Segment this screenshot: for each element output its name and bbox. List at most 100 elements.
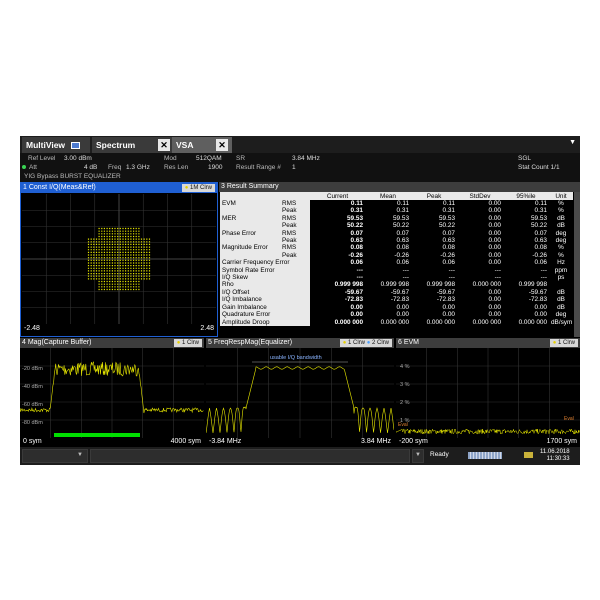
table-cell: RMS: [280, 229, 310, 238]
eval-right-label: Eval: [564, 416, 574, 422]
table-cell: 0.08: [534, 244, 547, 252]
table-cell: 0.00: [488, 303, 501, 311]
table-cell: -59.67: [528, 288, 547, 296]
dropdown-icon[interactable]: ▼: [415, 452, 421, 458]
table-cell: -59.67: [390, 288, 409, 296]
table-row: Carrier Frequency Error 0.06 0.06 0.06 0.00 0…: [220, 259, 573, 267]
ref-level-value: 3.00 dBm: [64, 155, 92, 162]
tab-multiview-label: MultiView: [26, 140, 66, 150]
table-cell: 59.53: [439, 214, 455, 222]
window-capture-buffer[interactable]: 4 Mag(Capture Buffer) ● 1 Clrw -20 dBm -4…: [20, 338, 204, 447]
column-header: Peak: [411, 192, 457, 200]
table-row: MER RMS 59.53 59.53 59.53 0.00 59.53 dB: [220, 214, 573, 223]
table-cell: deg: [555, 229, 567, 237]
table-cell: 0.31: [442, 207, 455, 215]
table-cell: dB: [557, 222, 565, 230]
table-row: I/Q Skew --- --- --- --- --- ps: [220, 274, 573, 282]
table-cell: %: [558, 207, 564, 215]
table-cell: 0.63: [350, 237, 363, 245]
table-cell: 50.22: [531, 222, 547, 230]
table-cell: [280, 281, 310, 289]
table-cell: Rho: [220, 281, 280, 289]
stat-count: Stat Count 1/1: [518, 164, 560, 171]
table-cell: Peak: [280, 237, 310, 245]
window-evm[interactable]: 6 EVM ● 1 Clrw 4 % 3 % 2 % 1 % Eval Eval -200…: [396, 338, 580, 447]
status-segment[interactable]: [90, 449, 410, 463]
table-cell: 59.53: [393, 214, 409, 222]
table-cell: Carrier Frequency Error: [220, 259, 290, 267]
table-cell: ---: [494, 266, 501, 274]
sgl-indicator: SGL: [518, 155, 532, 162]
table-cell: 0.00: [488, 244, 501, 252]
table-cell: 0.999 998: [380, 281, 409, 289]
table-row: Peak -0.26 -0.26 -0.26 0.00 -0.26%: [220, 251, 573, 260]
table-cell: 0.63: [534, 237, 547, 245]
dropdown-icon[interactable]: ▼: [77, 452, 83, 458]
close-icon[interactable]: ✕: [216, 139, 228, 151]
table-cell: Gain Imbalance: [220, 303, 280, 312]
x-axis-max: 2.48: [200, 325, 214, 332]
constellation-plot: [22, 194, 216, 324]
window-freq-response[interactable]: 5 FreqRespMag(Equalizer) ● 1 Clrw ● 2 Cl…: [206, 338, 394, 447]
trace-badge: ● 1 Clrw: [549, 339, 578, 347]
table-cell: Peak: [280, 222, 310, 230]
result-summary-table: Current Mean Peak StdDev 95%ile Unit EVM RMS 0.…: [220, 192, 573, 326]
date-time: 11.06.2018 11:30:33: [540, 449, 570, 462]
window-result-summary[interactable]: 3 Result Summary Current Mean Peak StdDev 95…: [219, 182, 580, 337]
att-status: [22, 164, 29, 171]
table-cell: %: [558, 200, 564, 207]
tab-spectrum-label: Spectrum: [96, 140, 136, 150]
table-cell: [280, 318, 310, 326]
table-cell: 50.22: [439, 222, 455, 230]
table-cell: 0.00: [488, 288, 501, 296]
table-cell: 0.07: [534, 229, 547, 237]
table-cell: -72.83: [528, 296, 547, 304]
table-cell: -59.67: [436, 288, 455, 296]
scrollbar[interactable]: [574, 192, 580, 337]
table-cell: [280, 296, 310, 304]
x-axis-min: 0 sym: [23, 438, 42, 445]
table-cell: MER: [220, 214, 280, 223]
status-segment[interactable]: ▼: [412, 449, 424, 463]
table-cell: 0.999 998: [334, 281, 363, 289]
table-cell: Quadrature Error: [220, 311, 280, 319]
table-cell: [220, 237, 280, 245]
window-constellation[interactable]: 1 Const I/Q(Meas&Ref) ● 1M Clrw -2.48 2.…: [20, 182, 218, 337]
close-icon[interactable]: ✕: [158, 139, 170, 151]
table-cell: 0.000 000: [518, 318, 547, 326]
status-bar: ▼ ▼ Ready 11.06.2018 11:30:33: [20, 447, 580, 465]
analyzer-screen: MultiView Spectrum ✕ VSA ✕ ▼ Ref Level 3…: [20, 136, 580, 465]
trace-badge: ● 1 Clrw ● 2 Clrw: [339, 339, 392, 347]
table-cell: ---: [356, 274, 363, 282]
column-header: Current: [310, 192, 365, 200]
column-header: [280, 192, 310, 200]
table-cell: Peak: [280, 251, 310, 260]
progress-bar: [468, 452, 502, 459]
bandwidth-annotation: usable I/Q bandwidth: [270, 355, 322, 361]
sr-label: SR: [236, 155, 246, 162]
table-row: EVM RMS 0.11 0.11 0.11 0.00 0.11%: [220, 200, 573, 208]
res-len-value: 1900: [208, 164, 223, 171]
table-cell: Amplitude Droop: [220, 318, 280, 326]
table-cell: 0.11: [535, 200, 547, 207]
status-segment[interactable]: ▼: [22, 449, 88, 463]
table-cell: 0.999 998: [426, 281, 455, 289]
flag-icon: [71, 142, 81, 149]
table-cell: 0.00: [396, 311, 409, 319]
table-cell: 0.00: [488, 259, 501, 267]
table-row: Phase Error RMS 0.07 0.07 0.07 0.00 0.07 deg: [220, 229, 573, 238]
dropdown-icon[interactable]: ▼: [569, 139, 576, 146]
column-header: [220, 192, 280, 200]
result-range-label: Result Range #: [236, 164, 281, 171]
table-cell: 0.000 000: [472, 281, 501, 289]
column-header: StdDev: [457, 192, 503, 200]
table-cell: ---: [402, 274, 409, 282]
capture-buffer-plot: -20 dBm -40 dBm -60 dBm -80 dBm: [20, 348, 204, 438]
table-cell: 0.00: [442, 311, 455, 319]
tab-multiview[interactable]: MultiView: [22, 137, 90, 153]
tab-vsa[interactable]: VSA ✕: [172, 137, 232, 153]
table-cell: Magnitude Error: [220, 244, 280, 252]
table-cell: 0.00: [350, 303, 363, 311]
table-cell: 0.11: [443, 200, 455, 207]
table-cell: ---: [448, 274, 455, 282]
